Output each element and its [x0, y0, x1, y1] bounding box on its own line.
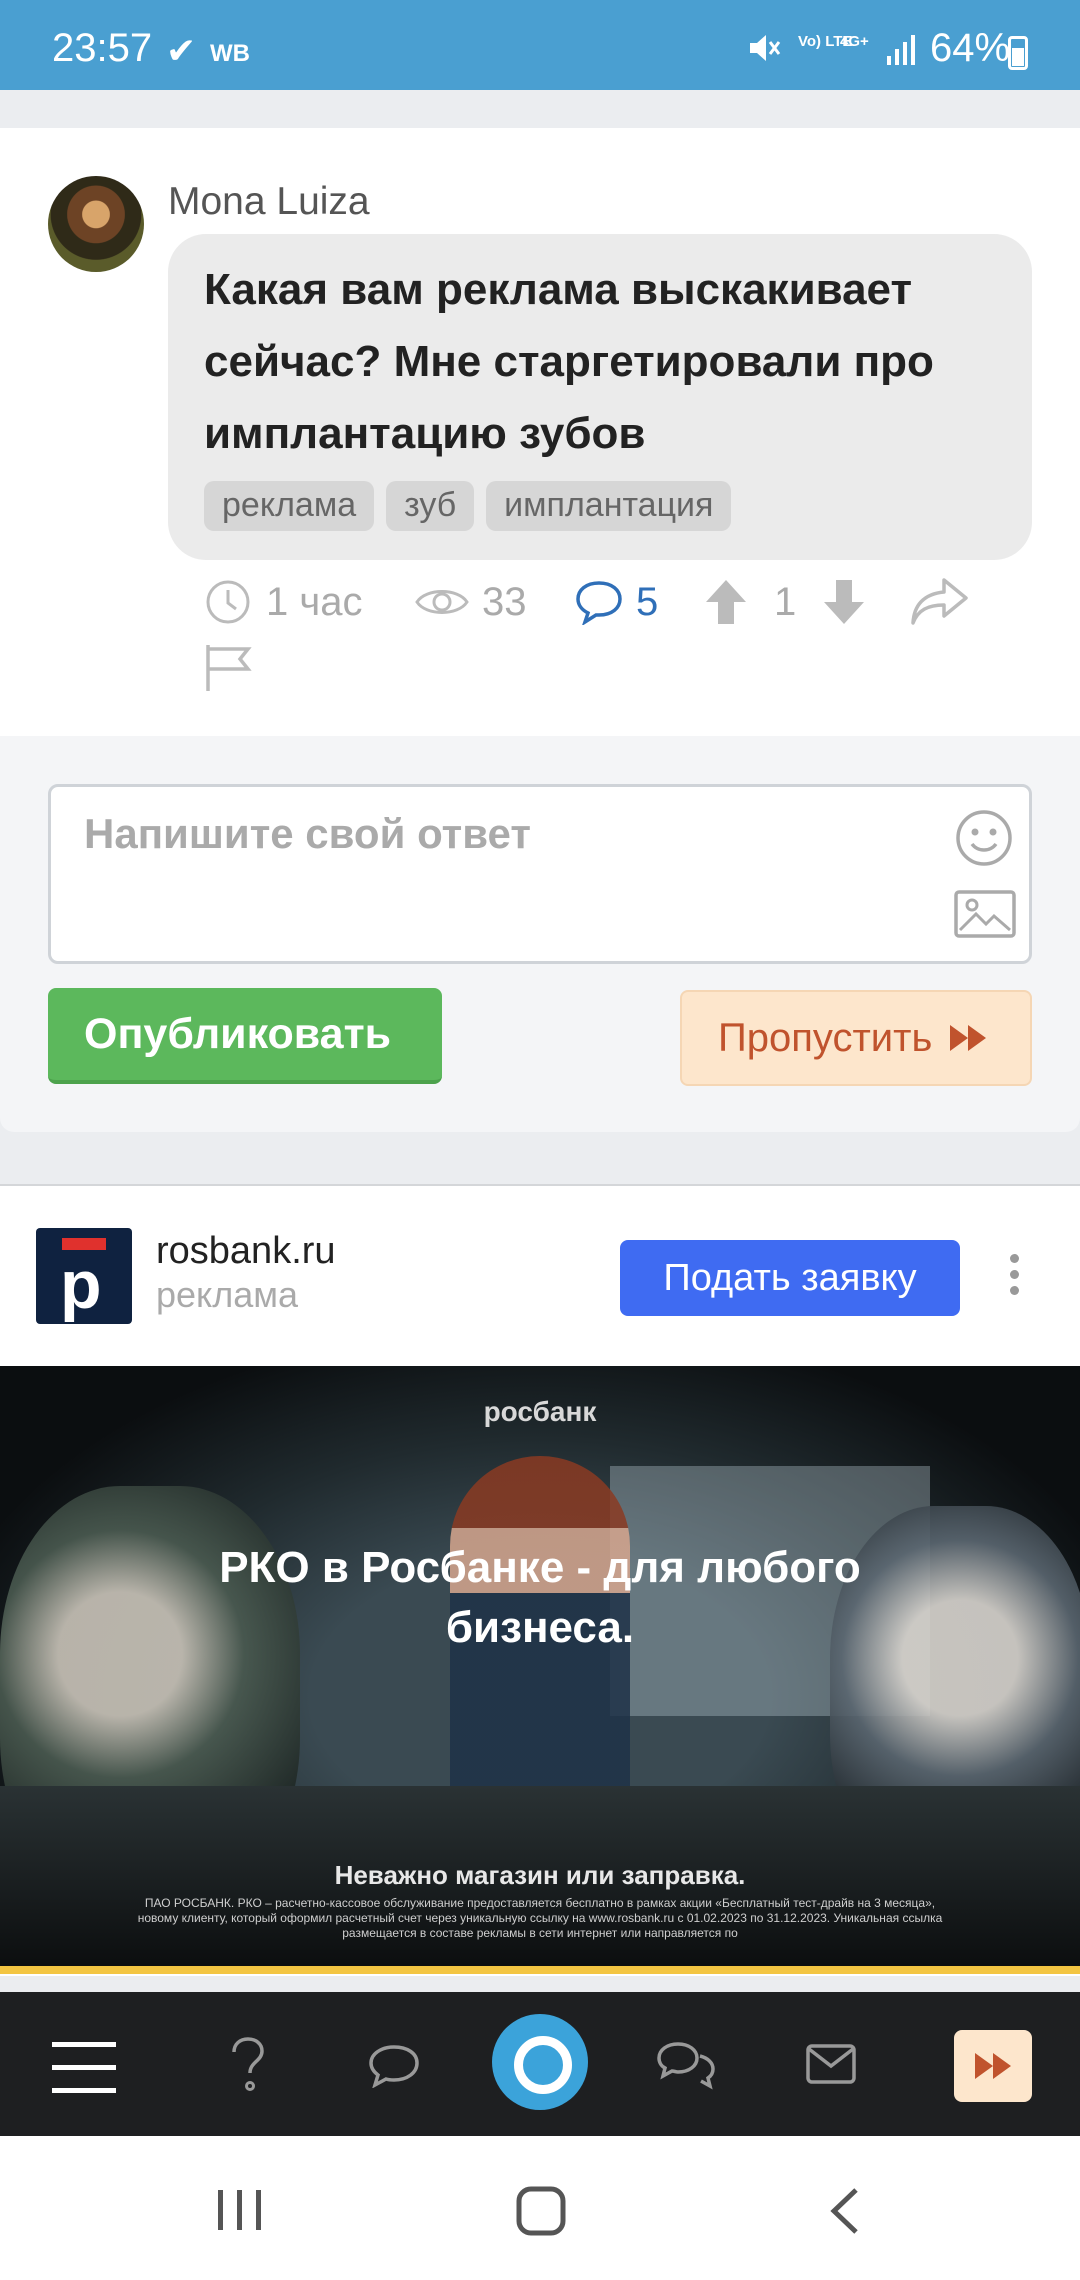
- time-ago-text: 1 час: [266, 579, 363, 624]
- share-button[interactable]: [910, 572, 970, 632]
- check-icon: ✔: [166, 30, 197, 71]
- clock-icon: [206, 580, 250, 624]
- network-4g-icon: 4G+: [840, 33, 869, 50]
- share-icon: [911, 578, 968, 625]
- status-bar: 23:57 ✔ WB Vo) LTE 4G+ 64%: [0, 0, 1080, 90]
- mute-icon: [748, 32, 782, 69]
- votes-count: 1: [774, 579, 797, 624]
- signal-icon: [886, 34, 916, 71]
- time-ago: 1 час: [204, 572, 362, 632]
- downvote-button[interactable]: [822, 572, 866, 632]
- recent-apps-icon[interactable]: [216, 2188, 264, 2237]
- tag-item[interactable]: реклама: [204, 481, 375, 531]
- more-options-icon[interactable]: [1010, 1254, 1022, 1295]
- apply-button[interactable]: Подать заявку: [620, 1240, 960, 1316]
- wb-badge: WB: [210, 40, 250, 67]
- comments-button[interactable]: 5: [574, 572, 658, 632]
- battery-percent: 64%: [930, 26, 1011, 70]
- ad-label: реклама: [156, 1274, 298, 1315]
- question-text: Какая вам реклама выскакивает сейчас? Мн…: [204, 265, 934, 458]
- status-time: 23:57: [52, 26, 153, 70]
- avatar[interactable]: [48, 176, 144, 272]
- skip-label: Пропустить: [718, 1015, 933, 1060]
- flag-icon: [206, 645, 252, 691]
- back-icon[interactable]: [828, 2186, 860, 2241]
- question-icon[interactable]: [228, 2036, 268, 2097]
- menu-icon[interactable]: [52, 2040, 118, 2099]
- ad-legal-text: ПАО РОСБАНК. РКО – расчетно-кассовое обс…: [137, 1896, 943, 1940]
- chats-icon[interactable]: [656, 2040, 716, 2095]
- ad-brand: росбанк: [483, 1396, 597, 1427]
- report-button[interactable]: [204, 638, 252, 698]
- arrow-down-icon: [824, 580, 864, 624]
- skip-button[interactable]: Пропустить: [680, 990, 1032, 1086]
- comment-icon: [576, 581, 622, 625]
- ad-progress-bar: [0, 1966, 1080, 1974]
- upvote-button[interactable]: 1: [704, 572, 796, 632]
- skip-nav-button[interactable]: [954, 2030, 1032, 2102]
- tag-item[interactable]: имплантация: [486, 481, 732, 531]
- views-count: 33: [414, 572, 527, 632]
- author-name[interactable]: Mona Luiza: [168, 180, 370, 224]
- rosbank-logo[interactable]: р: [36, 1228, 132, 1324]
- tag-item[interactable]: зуб: [386, 481, 475, 531]
- home-button[interactable]: [492, 2014, 588, 2110]
- ad-domain[interactable]: rosbank.ru: [156, 1230, 336, 1273]
- mail-icon[interactable]: [806, 2044, 856, 2089]
- emoji-icon[interactable]: [954, 808, 1014, 873]
- tag-list: реклама зуб имплантация: [204, 481, 732, 531]
- fast-forward-icon: [950, 1025, 987, 1051]
- arrow-up-icon: [706, 580, 746, 624]
- views-text: 33: [482, 579, 527, 624]
- chat-icon[interactable]: [368, 2044, 420, 2093]
- ad-subtitle: Неважно магазин или заправка.: [334, 1860, 746, 1890]
- answer-placeholder[interactable]: Напишите свой ответ: [84, 810, 531, 858]
- publish-button[interactable]: Опубликовать: [48, 988, 442, 1084]
- comments-count: 5: [636, 579, 659, 624]
- ad-headline: РКО в Росбанке - для любого бизнеса.: [219, 1543, 861, 1652]
- ad-video[interactable]: росбанк РКО в Росбанке - для любого бизн…: [0, 1366, 1080, 1966]
- home-nav-icon[interactable]: [516, 2186, 566, 2241]
- eye-icon: [415, 590, 469, 614]
- image-icon[interactable]: [954, 890, 1016, 943]
- fast-forward-icon: [975, 2053, 1011, 2079]
- battery-icon: [1008, 36, 1028, 70]
